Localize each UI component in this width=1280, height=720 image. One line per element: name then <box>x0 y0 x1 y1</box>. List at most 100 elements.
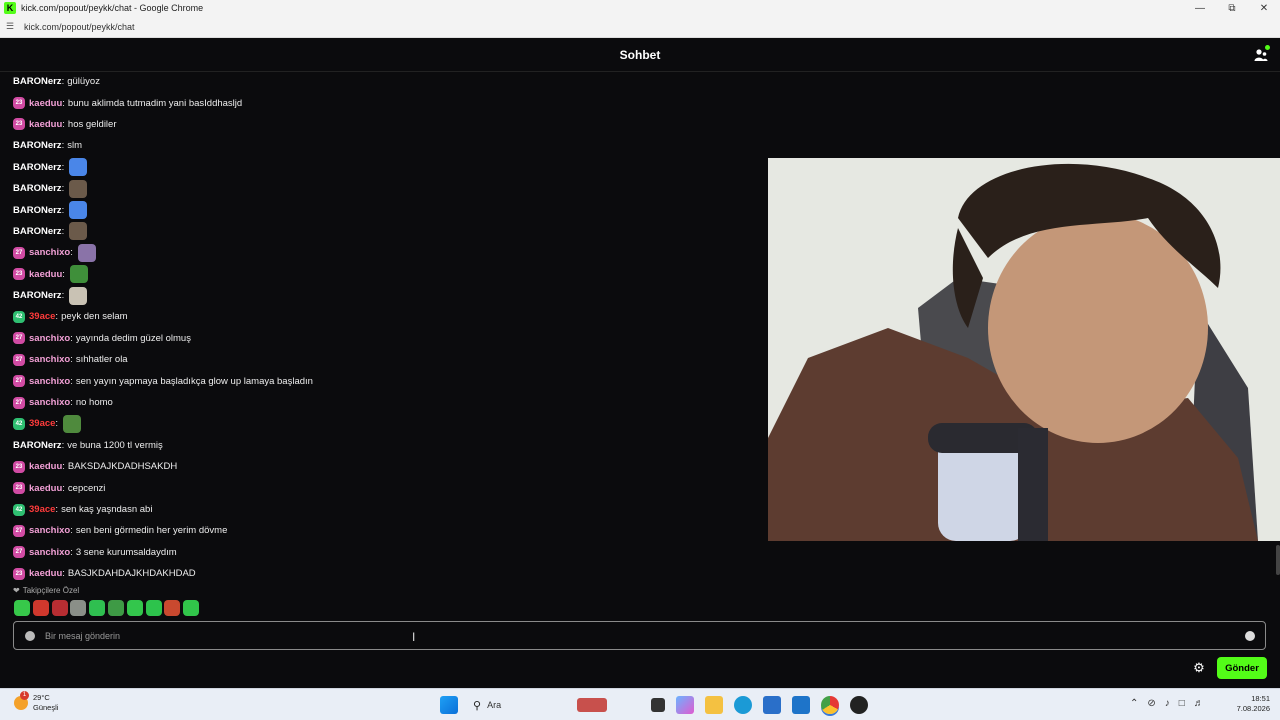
chat-username[interactable]: sanchixo <box>29 247 70 258</box>
taskbar-search[interactable]: ⚲ Ara <box>473 695 643 715</box>
chatters-icon[interactable] <box>1254 45 1270 62</box>
tray-chevron-icon[interactable]: ⌃ <box>1130 698 1138 709</box>
send-button[interactable]: Gönder <box>1217 657 1267 679</box>
file-explorer-icon[interactable] <box>705 696 723 714</box>
emoji-picker-icon[interactable] <box>1245 631 1255 641</box>
windows-start-icon[interactable] <box>440 696 458 714</box>
subscriber-badge-icon[interactable]: 23 <box>13 268 25 281</box>
url-text[interactable]: kick.com/popout/peykk/chat <box>24 22 135 32</box>
dancer-emote[interactable] <box>69 179 88 198</box>
webcam-overlay <box>768 158 1280 541</box>
network-off-icon[interactable]: ⊘ <box>1147 698 1155 709</box>
emote-button-2[interactable] <box>32 600 49 616</box>
weather-widget[interactable]: 1 29°C Güneşli <box>14 691 58 713</box>
subscriber-badge-icon[interactable]: 27 <box>13 546 25 559</box>
subscriber-badge-icon[interactable]: 23 <box>13 118 25 131</box>
subscriber-badge-icon[interactable]: 23 <box>13 97 25 110</box>
chat-message-text: 3 sene kurumsaldaydım <box>75 546 177 558</box>
chat-username[interactable]: BARONerz <box>13 162 62 173</box>
pepe-emote[interactable] <box>69 265 88 284</box>
chat-username[interactable]: kaeduu <box>29 119 62 130</box>
chat-username[interactable]: 39ace <box>29 504 55 515</box>
followers-only-text: Takipçilere Özel <box>22 586 80 595</box>
username-separator: : <box>70 354 73 366</box>
chat-username[interactable]: sanchixo <box>29 525 70 536</box>
chat-username[interactable]: BARONerz <box>13 440 62 451</box>
close-icon[interactable]: ✕ <box>1248 0 1280 16</box>
display-icon[interactable]: □ <box>1179 698 1185 709</box>
chat-input-box[interactable] <box>13 621 1266 650</box>
dancer-emote[interactable] <box>69 222 88 241</box>
edge-icon[interactable] <box>734 696 752 714</box>
chrome-icon[interactable] <box>821 696 839 714</box>
chat-username[interactable]: BARONerz <box>13 140 62 151</box>
chat-username[interactable]: BARONerz <box>13 290 62 301</box>
store-icon[interactable] <box>763 696 781 714</box>
emote-button-4[interactable] <box>70 600 87 616</box>
microphone-icon[interactable]: ♪ <box>1165 698 1170 709</box>
chat-message-input[interactable] <box>45 630 1195 641</box>
chat-username[interactable]: kaeduu <box>29 98 62 109</box>
chat-username[interactable]: BARONerz <box>13 183 62 194</box>
subscriber-badge-icon[interactable]: 42 <box>13 503 25 516</box>
subscriber-badge-icon[interactable]: 27 <box>13 524 25 537</box>
chat-username[interactable]: BARONerz <box>13 226 62 237</box>
chat-username[interactable]: sanchixo <box>29 354 70 365</box>
subscriber-badge-icon[interactable]: 23 <box>13 482 25 495</box>
chat-username[interactable]: 39ace <box>29 418 55 429</box>
purple-creature-emote[interactable] <box>77 243 96 262</box>
chat-username[interactable]: sanchixo <box>29 376 70 387</box>
chat-message-text: sen yayın yapmaya başladıkça glow up lam… <box>75 375 313 387</box>
chat-username[interactable]: kaeduu <box>29 461 62 472</box>
chat-username[interactable]: 39ace <box>29 311 55 322</box>
username-separator: : <box>61 225 65 237</box>
emote-button-7[interactable] <box>126 600 143 616</box>
emote-button-9[interactable] <box>164 600 181 616</box>
system-tray: ⌃ ⊘ ♪ □ ♬ <box>1130 698 1213 709</box>
emote-button-8[interactable] <box>145 600 162 616</box>
obs-icon[interactable] <box>850 696 868 714</box>
chat-scrollbar[interactable] <box>1276 545 1280 575</box>
username-separator: : <box>61 204 65 216</box>
cat-emote[interactable] <box>69 286 88 305</box>
chat-username[interactable]: BARONerz <box>13 205 62 216</box>
chat-username[interactable]: sanchixo <box>29 547 70 558</box>
emote-button-5[interactable] <box>89 600 106 616</box>
pepe-lying-emote[interactable] <box>63 414 82 433</box>
username-separator: : <box>70 546 73 558</box>
subscriber-badge-icon[interactable]: 42 <box>13 310 25 323</box>
subscriber-badge-icon[interactable]: 27 <box>13 375 25 388</box>
subscriber-badge-icon[interactable]: 23 <box>13 567 25 580</box>
subscriber-badge-icon[interactable]: 27 <box>13 396 25 409</box>
emote-button-10[interactable] <box>183 600 200 616</box>
emote-button-3[interactable] <box>51 600 68 616</box>
restore-icon[interactable]: ⧉ <box>1216 0 1248 16</box>
subscriber-badge-icon[interactable]: 27 <box>13 332 25 345</box>
site-info-icon[interactable]: ☰ <box>6 21 18 32</box>
chat-username[interactable]: sanchixo <box>29 333 70 344</box>
taskbar-apps: ⚲ Ara <box>440 695 879 715</box>
taskbar-clock[interactable]: 18:51 7.08.2026 <box>1232 694 1270 714</box>
chat-username[interactable]: kaeduu <box>29 568 62 579</box>
chat-username[interactable]: BARONerz <box>13 76 62 87</box>
blue-feather-emote[interactable] <box>69 158 88 177</box>
chat-username[interactable]: kaeduu <box>29 269 62 280</box>
subscriber-badge-icon[interactable]: 27 <box>13 353 25 366</box>
subscriber-badge-icon[interactable]: 23 <box>13 460 25 473</box>
copilot-icon[interactable] <box>676 696 694 714</box>
chat-username[interactable]: sanchixo <box>29 397 70 408</box>
subscriber-badge-icon[interactable]: 27 <box>13 246 25 259</box>
task-view-icon[interactable] <box>651 698 665 712</box>
chat-message: BARONerz: slm <box>13 135 753 156</box>
subscriber-badge-icon[interactable]: 42 <box>13 417 25 430</box>
settings-gear-icon[interactable]: ⚙ <box>1192 661 1206 675</box>
minimize-icon[interactable]: — <box>1184 0 1216 16</box>
emote-button-1[interactable] <box>14 600 30 616</box>
username-separator: : <box>70 332 73 344</box>
chat-username[interactable]: kaeduu <box>29 483 62 494</box>
chat-message: 23 kaeduu: cepcenzi <box>13 477 753 498</box>
outlook-icon[interactable] <box>792 696 810 714</box>
volume-icon[interactable]: ♬ <box>1194 698 1204 709</box>
emote-button-6[interactable] <box>107 600 124 616</box>
blue-feather-emote[interactable] <box>69 201 88 220</box>
